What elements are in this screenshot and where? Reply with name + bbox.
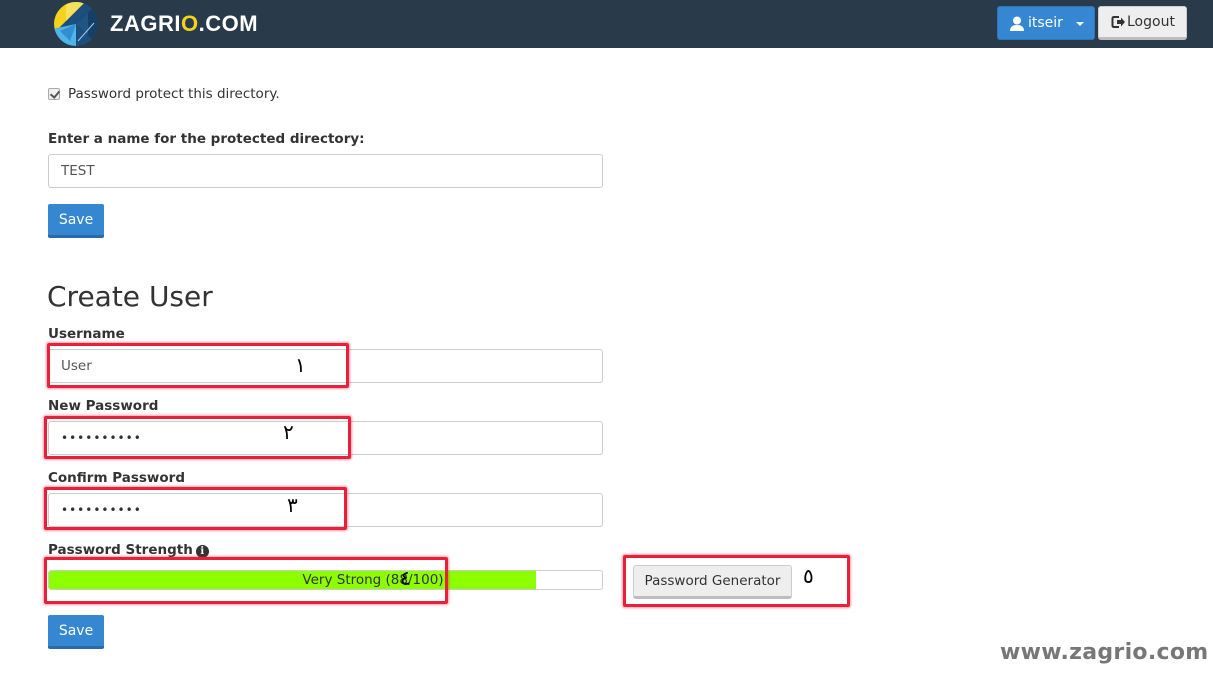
password-strength-label: Password Strength xyxy=(48,542,193,558)
protect-directory-checkbox[interactable] xyxy=(48,88,60,100)
save-directory-button[interactable]: Save xyxy=(48,204,104,238)
username-input[interactable]: User xyxy=(48,349,603,383)
password-generator-button[interactable]: Password Generator xyxy=(633,565,792,599)
save-user-button[interactable]: Save xyxy=(48,615,104,649)
create-user-title: Create User xyxy=(47,280,213,313)
annotation-number-1: ١ xyxy=(295,353,306,377)
confirm-password-label: Confirm Password xyxy=(48,470,186,486)
confirm-password-input[interactable]: •••••••••• xyxy=(48,493,603,527)
directory-name-label: Enter a name for the protected directory… xyxy=(48,131,365,147)
annotation-number-2: ٢ xyxy=(283,420,294,444)
logout-icon xyxy=(1111,16,1125,28)
user-icon xyxy=(1010,16,1024,31)
brand-suffix: .COM xyxy=(198,11,259,36)
password-strength-meter: Very Strong (88/100) xyxy=(48,570,603,590)
logout-button[interactable]: Logout xyxy=(1098,6,1187,40)
top-navbar: ZAGRIO.COM itseir Logout xyxy=(0,0,1213,48)
brand-o: O xyxy=(180,11,199,36)
logout-label: Logout xyxy=(1127,14,1175,30)
annotation-number-5: ٥ xyxy=(803,564,814,588)
annotation-number-4: ٤ xyxy=(400,566,411,590)
new-password-label: New Password xyxy=(48,398,159,414)
annotation-number-3: ٣ xyxy=(287,493,298,517)
chevron-down-icon xyxy=(1076,22,1084,26)
directory-name-input[interactable]: TEST xyxy=(48,154,603,188)
brand-prefix: ZAGRI xyxy=(110,11,181,36)
password-strength-text: Very Strong (88/100) xyxy=(302,572,444,588)
protect-directory-row: Password protect this directory. xyxy=(48,86,280,102)
info-icon[interactable]: i xyxy=(195,545,209,558)
user-menu-label: itseir xyxy=(1028,15,1063,31)
protect-directory-label: Password protect this directory. xyxy=(68,86,280,102)
password-strength-heading: Password Strength i xyxy=(48,542,209,558)
user-menu-button[interactable]: itseir xyxy=(997,6,1095,40)
zagrio-logo-icon[interactable] xyxy=(52,1,100,47)
brand-name[interactable]: ZAGRIO.COM xyxy=(110,11,258,37)
new-password-input[interactable]: •••••••••• xyxy=(48,421,603,455)
watermark: www.zagrio.com xyxy=(1000,640,1209,665)
username-label: Username xyxy=(48,326,125,342)
